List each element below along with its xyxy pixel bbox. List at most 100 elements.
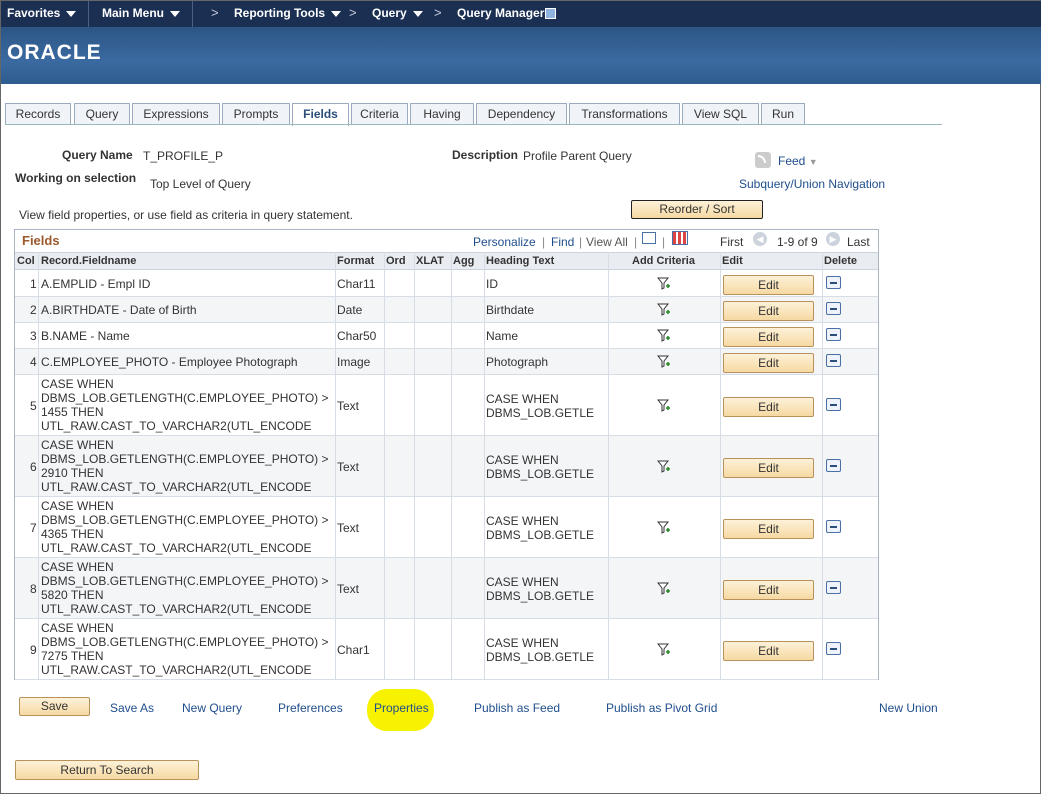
tab-view-sql[interactable]: View SQL [682, 103, 759, 125]
breadcrumb-query[interactable]: Query [372, 6, 423, 20]
reorder-sort-button[interactable]: Reorder / Sort [631, 200, 763, 219]
column-divider [484, 252, 485, 680]
previous-page-icon[interactable]: ◀ [753, 232, 767, 246]
chevron-down-icon [170, 10, 180, 17]
col-header-edit: Edit [722, 255, 743, 267]
row-heading-text: CASE WHEN DBMS_LOB.GETLE [486, 514, 595, 542]
add-criteria-funnel-icon[interactable] [657, 355, 671, 369]
publish-as-feed-link[interactable]: Publish as Feed [474, 701, 560, 715]
delete-row-icon[interactable] [826, 520, 841, 533]
save-button[interactable]: Save [19, 697, 90, 716]
row-col-number: 6 [30, 460, 37, 474]
chevron-down-icon: ▼ [808, 157, 818, 167]
delete-row-icon[interactable] [826, 398, 841, 411]
return-to-search-button[interactable]: Return To Search [15, 760, 199, 780]
breadcrumb-label: Query [372, 6, 407, 20]
feed-link[interactable]: Feed ▼ [778, 154, 818, 168]
edit-button[interactable]: Edit [723, 519, 814, 539]
delete-row-icon[interactable] [826, 354, 841, 367]
edit-button[interactable]: Edit [723, 397, 814, 417]
properties-link[interactable]: Properties [374, 701, 429, 715]
row-col-number: 8 [30, 582, 37, 596]
page-range: 1-9 of 9 [777, 235, 818, 249]
row-format: Text [337, 460, 360, 474]
grid-header: Fields Personalize | Find | View All | |… [15, 230, 878, 252]
edit-button[interactable]: Edit [723, 353, 814, 373]
breadcrumb-chevron-icon: > [211, 5, 219, 20]
view-all-link[interactable]: View All [586, 235, 628, 249]
next-page-icon[interactable]: ▶ [826, 232, 840, 246]
add-criteria-funnel-icon[interactable] [657, 643, 671, 657]
delete-row-icon[interactable] [826, 302, 841, 315]
edit-button[interactable]: Edit [723, 301, 814, 321]
column-divider [608, 252, 609, 680]
table-row: 5 CASE WHEN DBMS_LOB.GETLENGTH(C.EMPLOYEE… [15, 375, 878, 436]
column-headers: Col Record.Fieldname Format Ord XLAT Agg… [15, 252, 878, 270]
tab-run[interactable]: Run [761, 103, 805, 125]
tab-expressions[interactable]: Expressions [132, 103, 220, 125]
row-col-number: 1 [30, 277, 37, 291]
add-criteria-funnel-icon[interactable] [657, 521, 671, 535]
save-as-link[interactable]: Save As [110, 701, 154, 715]
rss-feed-icon[interactable] [755, 152, 771, 168]
row-heading-text: Name [486, 329, 519, 343]
breadcrumb-chevron-icon: > [434, 5, 442, 20]
top-nav: Favorites Main Menu > Reporting Tools > … [1, 1, 1041, 27]
add-criteria-funnel-icon[interactable] [657, 329, 671, 343]
tab-dependency[interactable]: Dependency [476, 103, 567, 125]
delete-row-icon[interactable] [826, 459, 841, 472]
new-union-link[interactable]: New Union [879, 701, 938, 715]
tab-prompts[interactable]: Prompts [222, 103, 290, 125]
add-criteria-funnel-icon[interactable] [657, 303, 671, 317]
find-link[interactable]: Find [551, 235, 574, 249]
add-criteria-funnel-icon[interactable] [657, 277, 671, 291]
tab-having[interactable]: Having [410, 103, 474, 125]
delete-row-icon[interactable] [826, 581, 841, 594]
tab-criteria[interactable]: Criteria [351, 103, 408, 125]
edit-button[interactable]: Edit [723, 327, 814, 347]
row-fieldname: CASE WHEN DBMS_LOB.GETLENGTH(C.EMPLOYEE_… [41, 499, 329, 555]
tab-fields[interactable]: Fields [292, 103, 349, 126]
row-fieldname: B.NAME - Name [41, 329, 130, 343]
tab-records[interactable]: Records [5, 103, 71, 125]
new-window-icon[interactable] [642, 232, 656, 244]
add-criteria-funnel-icon[interactable] [657, 399, 671, 413]
last-label[interactable]: Last [847, 235, 870, 249]
tab-transformations[interactable]: Transformations [569, 103, 680, 125]
delete-row-icon[interactable] [826, 328, 841, 341]
edit-button[interactable]: Edit [723, 458, 814, 478]
subquery-union-navigation-link[interactable]: Subquery/Union Navigation [739, 177, 885, 191]
publish-as-pivot-grid-link[interactable]: Publish as Pivot Grid [606, 701, 717, 715]
table-row: 4 C.EMPLOYEE_PHOTO - Employee Photograph I… [15, 349, 878, 375]
first-label[interactable]: First [720, 235, 743, 249]
breadcrumb-reporting-tools[interactable]: Reporting Tools [234, 6, 342, 20]
table-row: 2 A.BIRTHDATE - Date of Birth Date Birthdat… [15, 297, 878, 323]
edit-button[interactable]: Edit [723, 641, 814, 661]
row-heading-text: ID [486, 277, 498, 291]
add-criteria-funnel-icon[interactable] [657, 582, 671, 596]
new-query-link[interactable]: New Query [182, 701, 242, 715]
description-value: Profile Parent Query [523, 149, 632, 163]
table-row: 7 CASE WHEN DBMS_LOB.GETLENGTH(C.EMPLOYEE… [15, 497, 878, 558]
fields-grid: Fields Personalize | Find | View All | |… [14, 229, 879, 680]
personalize-link[interactable]: Personalize [473, 235, 536, 249]
preferences-link[interactable]: Preferences [278, 701, 343, 715]
col-header-fieldname: Record.Fieldname [41, 255, 137, 267]
breadcrumb-query-manager[interactable]: Query Manager [457, 6, 557, 20]
edit-button[interactable]: Edit [723, 275, 814, 295]
delete-row-icon[interactable] [826, 276, 841, 289]
favorites-menu[interactable]: Favorites [7, 6, 77, 20]
tab-query[interactable]: Query [74, 103, 130, 125]
main-menu[interactable]: Main Menu [102, 6, 180, 20]
row-format: Char11 [337, 277, 376, 291]
toolbar-divider: | [579, 235, 583, 249]
edit-button[interactable]: Edit [723, 580, 814, 600]
row-col-number: 4 [30, 355, 37, 369]
toolbar-divider: | [542, 235, 546, 249]
col-header-col: Col [17, 255, 35, 267]
add-criteria-funnel-icon[interactable] [657, 460, 671, 474]
download-spreadsheet-icon[interactable] [672, 231, 688, 245]
delete-row-icon[interactable] [826, 642, 841, 655]
row-fieldname: CASE WHEN DBMS_LOB.GETLENGTH(C.EMPLOYEE_… [41, 438, 329, 494]
column-divider [384, 252, 385, 680]
